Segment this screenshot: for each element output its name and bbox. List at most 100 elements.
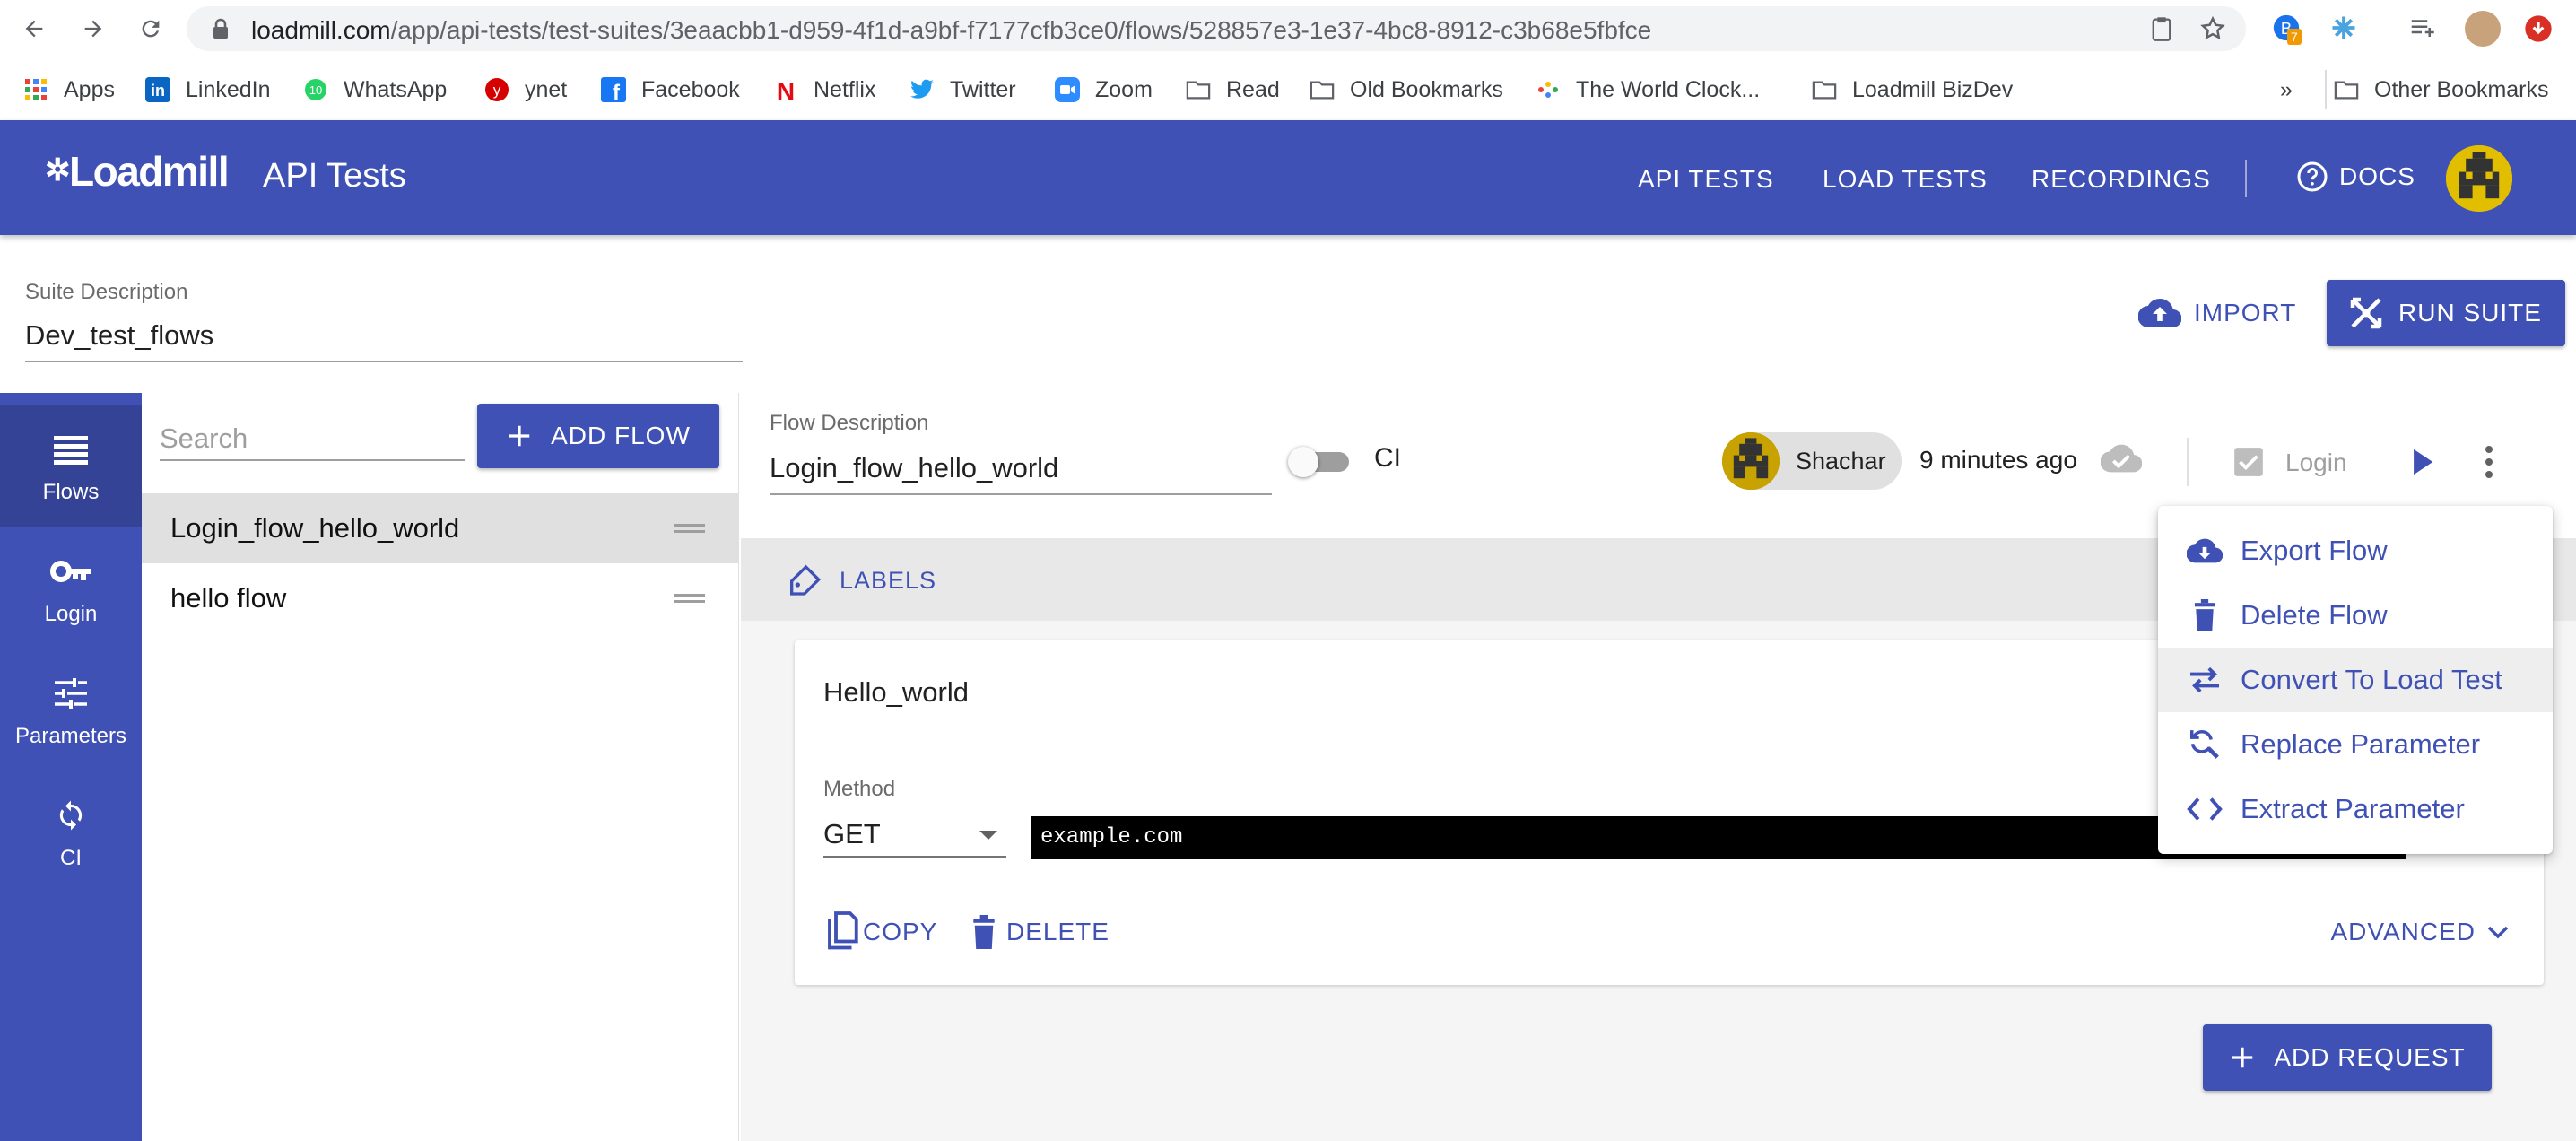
key-icon	[50, 550, 91, 593]
side-nav: Flows Login Parameters CI	[0, 393, 142, 1141]
menu-item-export-flow[interactable]: Export Flow	[2158, 518, 2553, 583]
url-text: loadmill.com/app/api-tests/test-suites/3…	[251, 16, 1652, 44]
login-checkbox[interactable]	[2232, 445, 2266, 479]
loadmill-extension-icon[interactable]	[2330, 14, 2357, 46]
twitter-icon	[909, 77, 935, 102]
svg-text:10: 10	[309, 83, 322, 97]
rail-item-parameters[interactable]: Parameters	[0, 649, 142, 771]
find-replace-icon	[2187, 728, 2223, 761]
bookmark-netflix[interactable]: N Netflix	[773, 74, 876, 106]
nav-load-tests[interactable]: LOAD TESTS	[1823, 165, 1988, 194]
user-name: Shachar	[1796, 447, 1886, 475]
ci-label: CI	[1374, 443, 1401, 473]
bookmark-linkedin[interactable]: in LinkedIn	[145, 74, 271, 106]
docs-link[interactable]: DOCS	[2296, 161, 2415, 193]
bookmark-facebook[interactable]: f Facebook	[601, 74, 740, 106]
more-vert-icon[interactable]	[2485, 445, 2493, 483]
plus-icon	[506, 422, 533, 449]
drag-handle-icon[interactable]	[674, 594, 705, 603]
bookmark-whatsapp[interactable]: 10 WhatsApp	[303, 74, 447, 106]
suite-description-underline	[25, 361, 743, 362]
add-flow-button[interactable]: ADD FLOW	[477, 404, 719, 468]
menu-item-replace-parameter[interactable]: Replace Parameter	[2158, 712, 2553, 777]
reload-icon[interactable]	[133, 11, 169, 47]
copy-icon	[823, 911, 861, 953]
lock-icon	[212, 18, 230, 44]
user-avatar[interactable]	[2446, 145, 2512, 212]
ynet-icon: y	[484, 77, 509, 102]
more-bookmarks-button[interactable]: »	[2280, 74, 2293, 106]
reading-list-icon[interactable]	[2407, 14, 2436, 46]
extension-icon[interactable]: B 7	[2271, 13, 2302, 48]
bookmark-zoom[interactable]: Zoom	[1055, 74, 1153, 106]
address-bar[interactable]: loadmill.com/app/api-tests/test-suites/3…	[187, 6, 2246, 51]
flow-list-item[interactable]: Login_flow_hello_world	[142, 493, 739, 563]
bookmark-apps[interactable]: Apps	[23, 74, 115, 106]
advanced-toggle[interactable]: ADVANCED	[2330, 908, 2510, 956]
cloud-done-icon	[2100, 443, 2143, 478]
ci-toggle[interactable]	[1288, 447, 1354, 477]
bookmark-loadmill-bizdev[interactable]: Loadmill BizDev	[1812, 74, 2013, 106]
browser-toolbar: loadmill.com/app/api-tests/test-suites/3…	[0, 0, 2576, 57]
svg-text:in: in	[151, 82, 165, 100]
folder-icon	[1186, 77, 1211, 102]
bookmark-read[interactable]: Read	[1186, 74, 1280, 106]
app-title: API Tests	[263, 157, 406, 195]
drag-handle-icon[interactable]	[674, 524, 705, 533]
menu-item-delete-flow[interactable]: Delete Flow	[2158, 583, 2553, 648]
flow-list-panel: ADD FLOW Login_flow_hello_world hello fl…	[142, 393, 739, 1141]
app-header: ✲Loadmill API Tests API TESTS LOAD TESTS…	[0, 120, 2576, 235]
bookmarks-divider	[2325, 70, 2327, 109]
folder-icon	[2334, 77, 2359, 102]
run-suite-button[interactable]: RUN SUITE	[2327, 280, 2565, 346]
folder-icon	[1812, 77, 1837, 102]
copy-button[interactable]: COPY	[823, 908, 937, 956]
menu-item-convert-to-load-test[interactable]: Convert To Load Test	[2158, 648, 2553, 712]
import-button[interactable]: IMPORT	[2138, 280, 2296, 346]
rail-item-login[interactable]: Login	[0, 527, 142, 649]
share-icon[interactable]	[2149, 15, 2174, 47]
flows-menu-icon	[54, 428, 88, 471]
bookmark-other-bookmarks[interactable]: Other Bookmarks	[2334, 74, 2549, 106]
suite-description-input[interactable]: Dev_test_flows	[25, 319, 213, 352]
user-chip: Shachar	[1722, 432, 1902, 490]
whatsapp-icon: 10	[303, 77, 328, 102]
add-request-button[interactable]: ADD REQUEST	[2203, 1024, 2492, 1091]
caret-down-icon	[979, 831, 997, 840]
loadmill-logo[interactable]: ✲Loadmill	[45, 147, 230, 196]
rail-item-ci[interactable]: CI	[0, 771, 142, 893]
nav-api-tests[interactable]: API TESTS	[1638, 165, 1774, 194]
play-icon[interactable]	[2409, 447, 2436, 482]
nav-recordings[interactable]: RECORDINGS	[2032, 165, 2211, 194]
cloud-download-icon	[2187, 535, 2223, 567]
back-icon[interactable]	[16, 11, 52, 47]
method-value: GET	[823, 818, 881, 849]
netflix-icon: N	[773, 77, 798, 102]
labels-button[interactable]: LABELS	[786, 560, 936, 601]
svg-text:N: N	[777, 77, 795, 102]
delete-button[interactable]: DELETE	[970, 908, 1110, 956]
menu-item-extract-parameter[interactable]: Extract Parameter	[2158, 777, 2553, 841]
profile-avatar[interactable]	[2465, 11, 2501, 47]
bookmark-world-clock[interactable]: The World Clock...	[1536, 74, 1760, 106]
method-select[interactable]: GET	[823, 813, 1006, 858]
search-input[interactable]	[160, 418, 465, 461]
forward-icon[interactable]	[75, 11, 111, 47]
sync-icon	[55, 794, 87, 837]
rail-item-flows[interactable]: Flows	[0, 405, 142, 527]
bookmark-twitter[interactable]: Twitter	[909, 74, 1016, 106]
flow-name: hello flow	[170, 582, 287, 614]
zoom-icon	[1055, 77, 1080, 102]
suite-description-label: Suite Description	[25, 280, 188, 304]
linkedin-icon: in	[145, 77, 170, 102]
sliders-icon	[55, 672, 87, 715]
header-divider	[2187, 438, 2189, 486]
flow-list-item[interactable]: hello flow	[142, 563, 739, 633]
flow-description-input[interactable]: Login_flow_hello_world	[770, 452, 1058, 484]
bookmark-ynet[interactable]: y ynet	[484, 74, 567, 106]
bookmark-old-bookmarks[interactable]: Old Bookmarks	[1310, 74, 1503, 106]
request-name[interactable]: Hello_world	[823, 676, 969, 709]
svg-text:f: f	[613, 81, 621, 102]
update-icon[interactable]	[2524, 14, 2553, 48]
star-icon[interactable]	[2199, 15, 2226, 47]
